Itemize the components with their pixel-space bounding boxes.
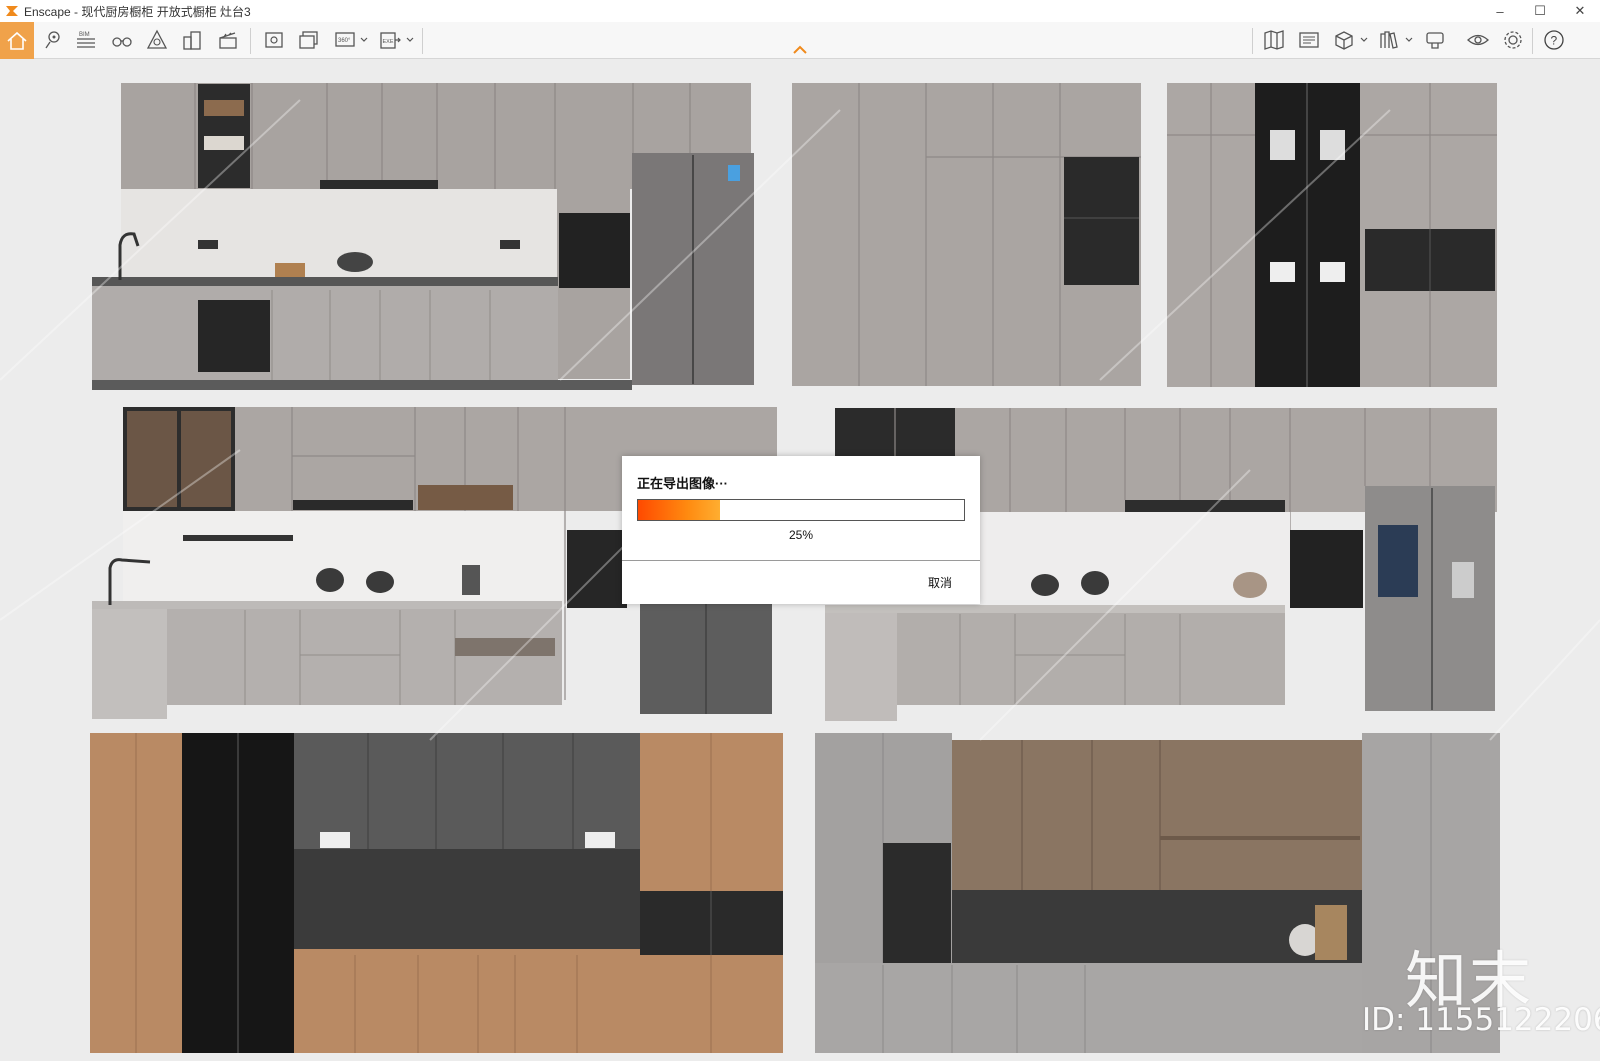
help-button[interactable]: ? [1538, 24, 1570, 56]
toolbar-separator [250, 28, 251, 54]
bim-list-icon: BIM [77, 32, 95, 48]
batch-render-icon [299, 31, 318, 49]
window-title: Enscape - 现代厨房橱柜 开放式橱柜 灶台3 [24, 4, 251, 19]
help-icon: ? [1544, 30, 1564, 50]
screenshot-button[interactable] [258, 24, 290, 56]
progress-percent: 25% [788, 528, 814, 542]
panorama-360-icon: 360° [335, 32, 355, 47]
progress-bar [637, 499, 965, 521]
dialog-title: 正在导出图像··· [637, 476, 728, 491]
map-button[interactable] [1258, 24, 1290, 56]
video-editor-button[interactable] [212, 24, 244, 56]
chevron-down-icon[interactable] [406, 36, 414, 44]
kitchen-panel-2 [792, 83, 1141, 386]
books-button[interactable] [1373, 24, 1405, 56]
views-button[interactable] [106, 24, 138, 56]
buildings-button[interactable] [176, 24, 208, 56]
close-button[interactable]: ✕ [1560, 0, 1600, 22]
uploads-icon [1299, 32, 1319, 48]
bim-label: BIM [79, 32, 90, 38]
bim-button[interactable]: BIM [70, 24, 102, 56]
settings-button[interactable] [1497, 24, 1529, 56]
watermark-id: ID: 1155122206 [1362, 1002, 1600, 1038]
visibility-icon [1467, 34, 1489, 46]
progress-bar-fill [638, 500, 720, 520]
buildings-icon [183, 31, 201, 50]
export-exe-button[interactable]: EXE [374, 24, 406, 56]
svg-text:?: ? [1551, 34, 1558, 48]
kitchen-panel-6 [90, 733, 783, 1053]
binoculars-icon [112, 37, 132, 47]
batch-render-button[interactable] [293, 24, 325, 56]
exe-label: EXE [383, 39, 394, 45]
cube-view-button[interactable] [1328, 24, 1360, 56]
minimize-button[interactable]: – [1480, 0, 1520, 22]
panorama-label: 360° [338, 38, 351, 44]
uploads-button[interactable] [1293, 24, 1325, 56]
location-icon [45, 31, 60, 49]
home-button[interactable] [0, 22, 34, 59]
export-progress-dialog: 正在导出图像··· 25% 取消 [622, 456, 980, 604]
asset-library-icon [146, 29, 168, 49]
collapse-toolbar-chevron-icon[interactable] [792, 44, 808, 56]
chevron-down-icon[interactable] [1405, 36, 1413, 44]
export-exe-icon: EXE [380, 32, 401, 49]
dialog-divider [622, 560, 980, 561]
books-icon [1380, 31, 1398, 49]
enscape-logo-icon [6, 6, 18, 16]
cancel-button[interactable]: 取消 [928, 574, 952, 591]
collaboration-icon [1426, 32, 1444, 49]
toolbar-separator [1252, 28, 1253, 54]
cube-view-icon [1335, 31, 1353, 50]
toolbar-separator [1532, 28, 1533, 54]
title-bar: Enscape - 现代厨房橱柜 开放式橱柜 灶台3 – ☐ ✕ [0, 0, 1600, 22]
visibility-button[interactable] [1462, 24, 1494, 56]
settings-icon [1504, 31, 1522, 49]
home-icon [7, 31, 27, 50]
maximize-button[interactable]: ☐ [1520, 0, 1560, 22]
map-icon [1264, 30, 1284, 50]
kitchen-panel-1 [92, 83, 754, 390]
location-button[interactable] [36, 24, 68, 56]
clapper-icon [219, 32, 237, 49]
panorama-button[interactable]: 360° [329, 24, 361, 56]
toolbar-separator [422, 28, 423, 54]
screenshot-icon [265, 32, 283, 48]
collaboration-button[interactable] [1419, 24, 1451, 56]
asset-library-button[interactable] [141, 24, 173, 56]
chevron-down-icon[interactable] [360, 36, 368, 44]
kitchen-panel-3 [1167, 83, 1497, 387]
chevron-down-icon[interactable] [1360, 36, 1368, 44]
